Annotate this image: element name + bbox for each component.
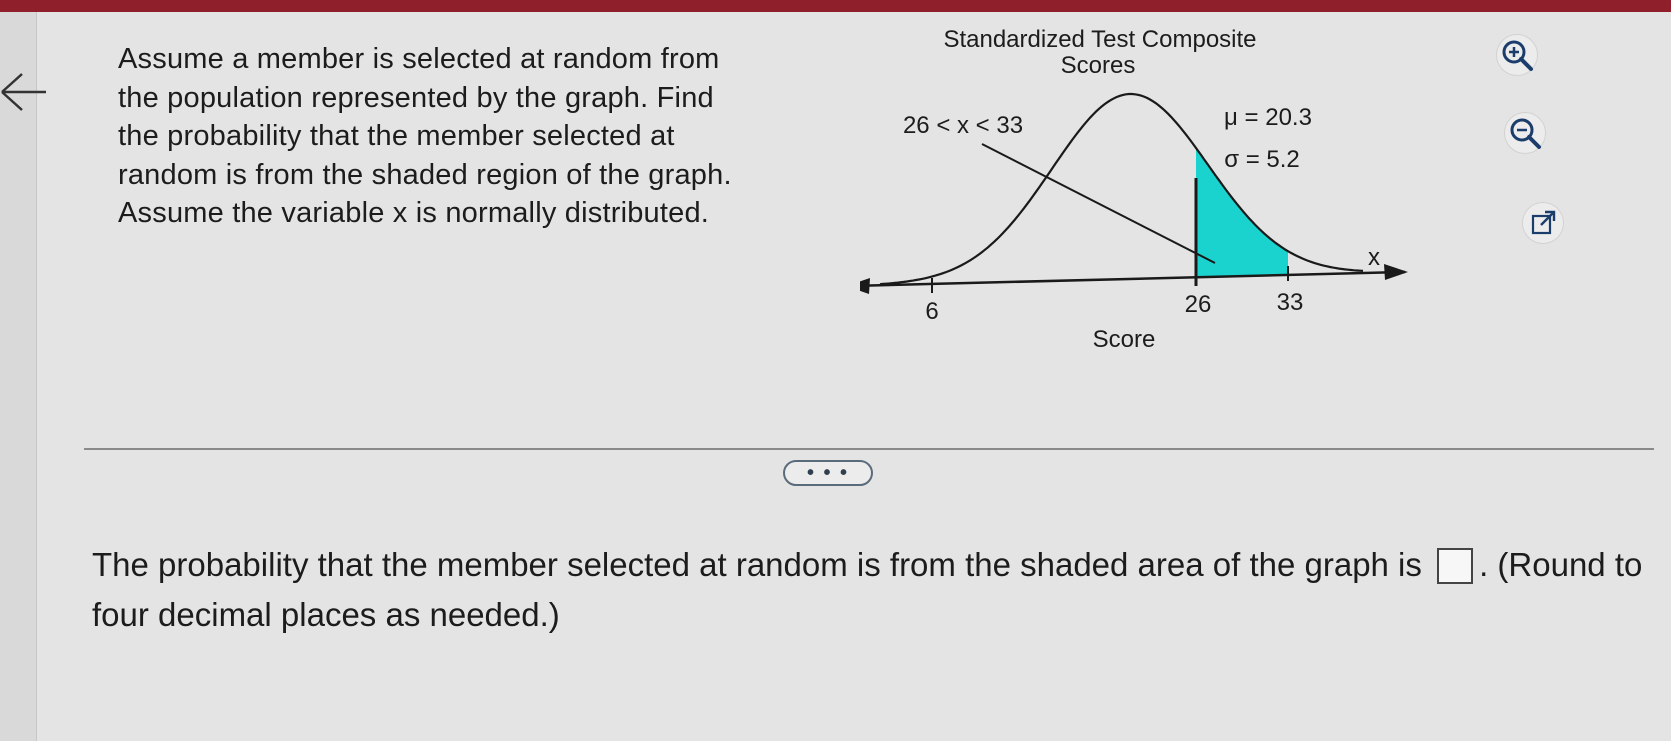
question-text: Assume a member is selected at random fr… bbox=[118, 43, 732, 229]
external-link-icon bbox=[1531, 210, 1556, 235]
graph-title-line2: Scores bbox=[1061, 52, 1136, 79]
axis-variable-label: x bbox=[1368, 244, 1380, 271]
zoom-in-icon bbox=[1502, 40, 1533, 71]
zoom-out-icon bbox=[1510, 118, 1541, 149]
answer-prefix: The probability that the member selected… bbox=[92, 546, 1422, 583]
axis-right-arrow bbox=[1384, 264, 1408, 280]
interval-label: 26 < x < 33 bbox=[903, 112, 1023, 139]
zoom-out-button[interactable] bbox=[1504, 112, 1546, 154]
popout-button[interactable] bbox=[1522, 202, 1564, 244]
answer-prompt: The probability that the member selected… bbox=[92, 540, 1652, 640]
x-axis-label: Score bbox=[1093, 326, 1156, 353]
top-accent-bar bbox=[0, 0, 1671, 12]
back-arrow-icon[interactable] bbox=[0, 72, 52, 112]
axis-left-arrow bbox=[860, 278, 870, 294]
left-panel-edge bbox=[0, 12, 37, 741]
tick-label-33: 33 bbox=[1277, 289, 1304, 316]
tick-label-26: 26 bbox=[1185, 291, 1212, 318]
answer-input-box[interactable] bbox=[1437, 548, 1474, 584]
normal-distribution-graph: Standardized Test Composite Scores 26 < … bbox=[860, 26, 1408, 353]
expand-button[interactable]: • • • bbox=[783, 460, 873, 486]
zoom-in-button[interactable] bbox=[1496, 34, 1538, 76]
section-divider bbox=[84, 448, 1654, 450]
mu-label: μ = 20.3 bbox=[1224, 104, 1312, 131]
pointer-line bbox=[981, 143, 1216, 264]
tick-label-6: 6 bbox=[925, 298, 938, 325]
graph-title-line1: Standardized Test Composite bbox=[943, 26, 1256, 53]
sigma-label: σ = 5.2 bbox=[1224, 146, 1300, 173]
